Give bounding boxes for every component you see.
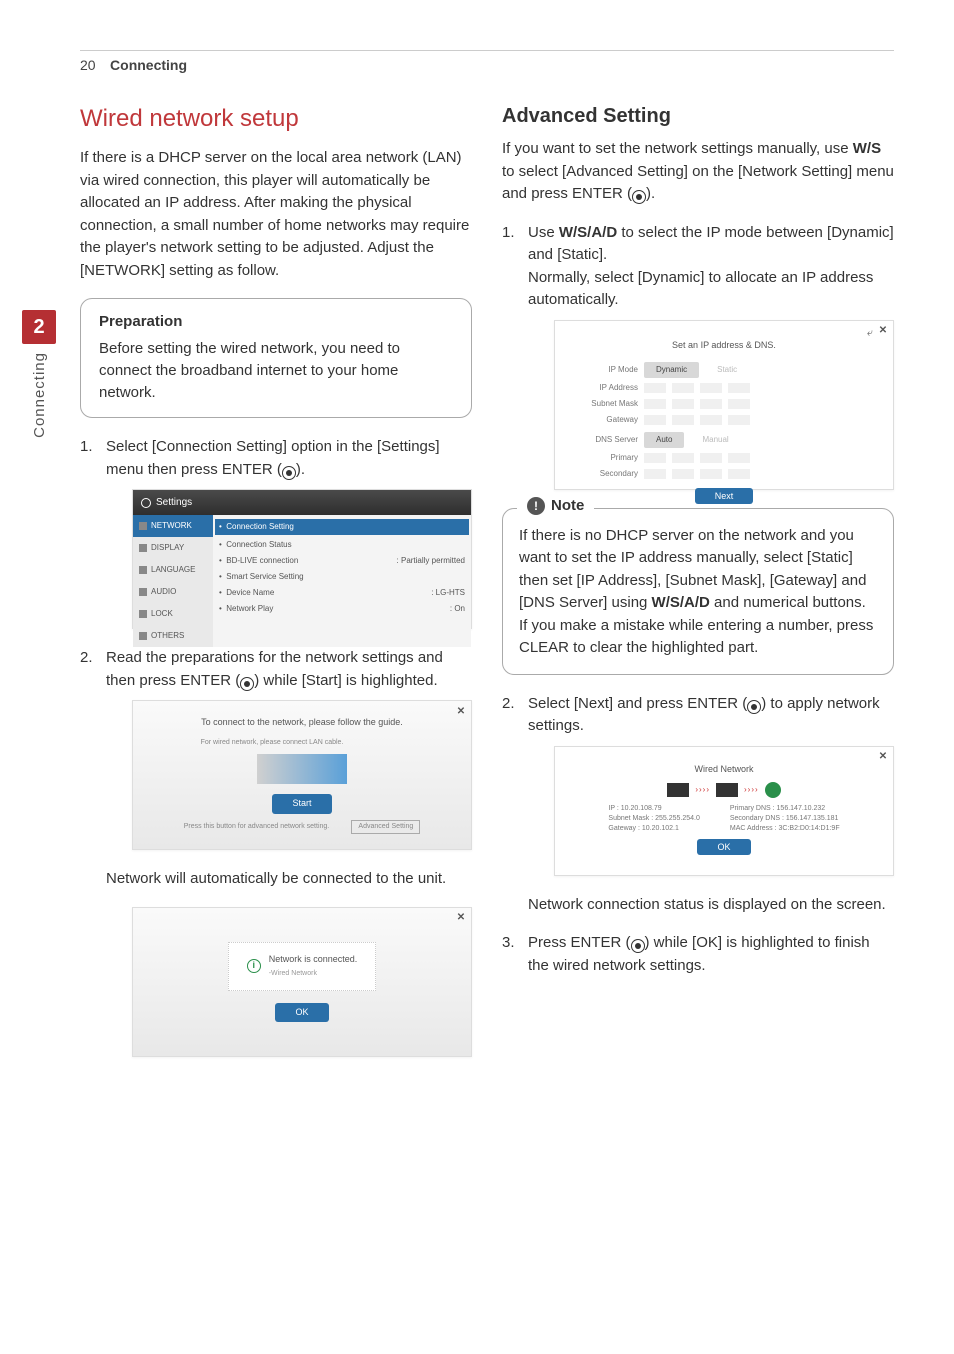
auto-connect-text: Network will automatically be connected … [106,868,472,891]
preparation-heading: Preparation [99,313,453,330]
device-icon [667,783,689,797]
status-displayed-text: Network connection status is displayed o… [528,894,894,917]
advanced-setting-title: Advanced Setting [502,105,894,128]
left-step-1: 1. Select [Connection Setting] option in… [80,436,472,629]
preparation-text: Before setting the wired network, you ne… [99,338,453,403]
preparation-box: Preparation Before setting the wired net… [80,298,472,418]
settings-row: • Connection Setting [215,519,469,535]
wizard-screenshot: ✕ To connect to the network, please foll… [132,700,472,850]
chapter-side-tab: 2 Connecting [22,310,56,438]
enter-icon [631,939,645,953]
network-status-screenshot: ✕ Wired Network ›››› ›››› IP : 10.20.108… [554,746,894,876]
settings-row: • Network Play: On [219,601,465,617]
enter-icon [240,677,254,691]
note-box: ! Note If there is no DHCP server on the… [502,508,894,675]
sidebar-item: NETWORK [133,515,213,537]
info-icon: i [247,959,261,973]
gear-icon [141,498,151,508]
enter-icon [282,466,296,480]
wired-setup-title: Wired network setup [80,105,472,133]
sidebar-item: OTHERS [133,625,213,647]
enter-icon [632,190,646,204]
close-icon: ✕ [877,751,889,763]
sidebar-item: DISPLAY [133,537,213,559]
router-icon [716,783,738,797]
settings-row: • Smart Service Setting [219,569,465,585]
close-icon: ✕ [455,705,467,717]
settings-row: • BD-LIVE connection: Partially permitte… [219,553,465,569]
connected-screenshot: ✕ i Network is connected. -Wired Network… [132,907,472,1057]
globe-icon [765,782,781,798]
start-button: Start [272,794,331,814]
close-icon: ✕ [455,912,467,924]
right-step-3: 3. Press ENTER () while [OK] is highligh… [502,932,894,977]
back-icon: ⤶ [867,325,873,342]
note-label: Note [551,497,584,514]
chapter-label: Connecting [31,352,48,438]
page-header: 20 Connecting [80,50,894,75]
right-step-1: 1. Use W/S/A/D to select the IP mode bet… [502,222,894,490]
intro-paragraph: If there is a DHCP server on the local a… [80,147,472,282]
advanced-intro: If you want to set the network settings … [502,138,894,206]
ip-dns-screenshot: ⤶ ✕ Set an IP address & DNS. IP Mode Dyn… [554,320,894,490]
sidebar-item: LOCK [133,603,213,625]
sidebar-item: LANGUAGE [133,559,213,581]
right-step-2: 2. Select [Next] and press ENTER () to a… [502,693,894,917]
enter-icon [747,700,761,714]
close-icon: ✕ [877,325,889,337]
next-button: Next [695,488,754,504]
page-number: 20 [80,57,96,73]
advanced-setting-button: Advanced Setting [351,820,420,835]
settings-row: • Device Name: LG-HTS [219,585,465,601]
settings-row: • Connection Status [219,537,465,553]
chapter-number: 2 [22,310,56,344]
note-text: If there is no DHCP server on the networ… [519,525,877,660]
ok-button: OK [275,1003,328,1023]
ok-button: OK [697,839,750,855]
cable-art [257,754,347,784]
left-step-2: 2. Read the preparations for the network… [80,647,472,1057]
sidebar-item: AUDIO [133,581,213,603]
section-name: Connecting [110,57,187,73]
settings-screenshot: Settings NETWORKDISPLAYLANGUAGEAUDIOLOCK… [132,489,472,629]
note-icon: ! [527,497,545,515]
